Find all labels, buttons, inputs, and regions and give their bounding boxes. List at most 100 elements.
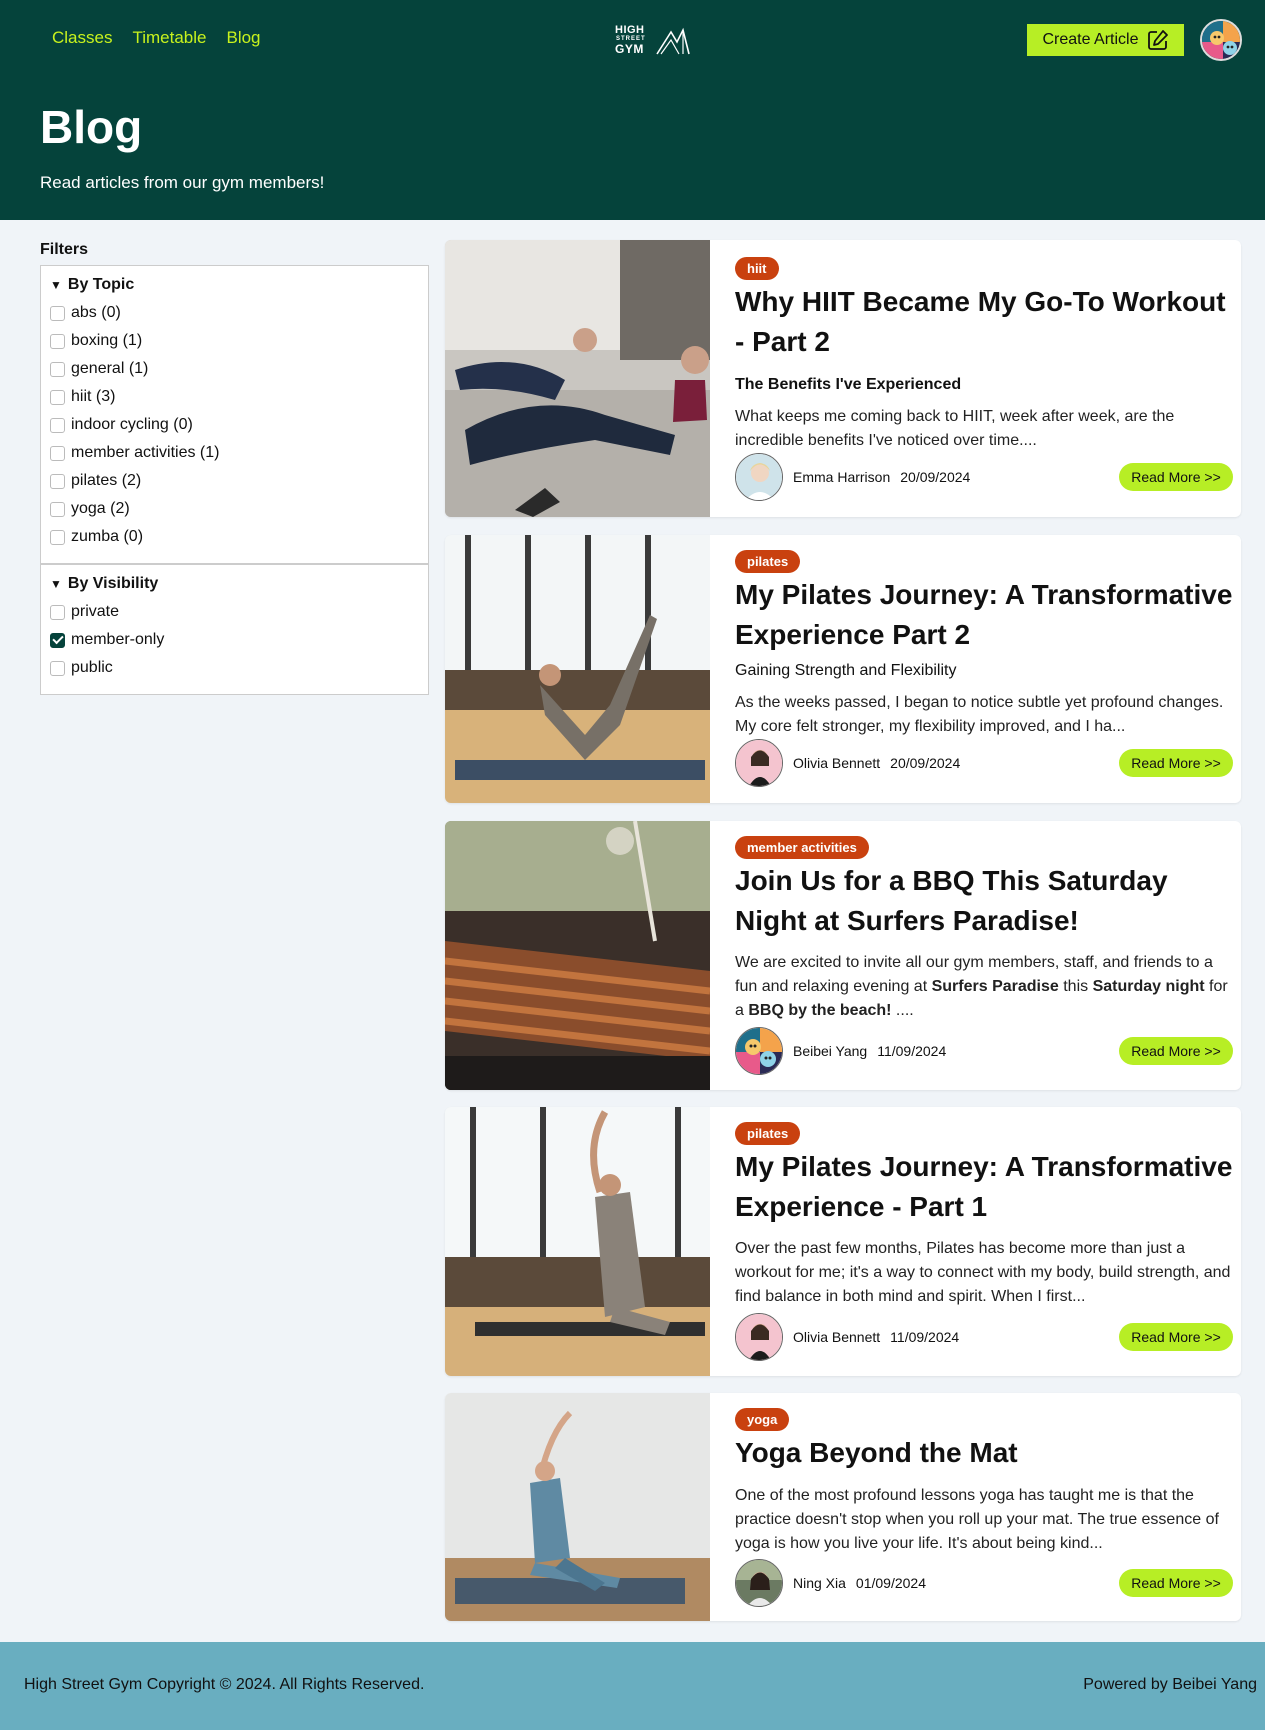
excerpt-bold: BBQ by the beach! [748,1002,892,1019]
main-nav: Classes Timetable Blog [52,28,261,48]
article-excerpt: One of the most profound lessons yoga ha… [735,1487,1219,1552]
topic-option-pilates[interactable]: pilates (2) [50,472,141,490]
read-more-button[interactable]: Read More >> [1119,749,1233,777]
author-name: Beibei Yang [793,1043,868,1059]
topic-option-hiit[interactable]: hiit (3) [50,388,115,406]
topic-option-zumba[interactable]: zumba (0) [50,528,143,546]
site-logo[interactable]: HIGH STREET GYM [615,24,693,56]
excerpt-bold: Surfers Paradise [931,978,1059,995]
author-avatar[interactable] [735,739,783,787]
site-header: Classes Timetable Blog HIGH STREET GYM C… [0,0,1265,220]
author-avatar[interactable] [735,453,783,501]
article-date: 20/09/2024 [890,755,961,771]
read-more-button[interactable]: Read More >> [1119,463,1233,491]
nav-timetable[interactable]: Timetable [132,28,206,48]
article-author: Olivia Bennett 11/09/2024 [735,1313,959,1361]
nav-blog[interactable]: Blog [226,28,260,48]
topic-option-label: general (1) [71,360,149,377]
nav-classes[interactable]: Classes [52,28,112,48]
article-card: pilates My Pilates Journey: A Transforma… [445,535,1241,803]
article-date: 11/09/2024 [890,1329,960,1345]
article-image-pilates [445,535,710,803]
topic-option-label: abs (0) [71,304,121,321]
article-date: 20/09/2024 [900,469,971,485]
article-card: pilates My Pilates Journey: A Transforma… [445,1107,1241,1376]
topic-filter-toggle[interactable]: ▼ By Topic [50,276,134,294]
article-title[interactable]: My Pilates Journey: A Transformative Exp… [735,1147,1233,1227]
topic-option-member-activities[interactable]: member activities (1) [50,444,219,462]
topic-tag[interactable]: pilates [735,1122,801,1145]
excerpt-text: .... [891,1002,914,1019]
article-title[interactable]: Join Us for a BBQ This Saturday Night at… [735,861,1233,941]
footer-powered-by: Powered by Beibei Yang [1083,1676,1257,1693]
triangle-down-icon: ▼ [50,278,62,292]
visibility-option-label: member-only [71,631,165,648]
article-title[interactable]: Why HIIT Became My Go-To Workout - Part … [735,282,1233,362]
article-card: member activities Join Us for a BBQ This… [445,821,1241,1090]
topic-option-label: indoor cycling (0) [71,416,193,433]
topic-option-boxing[interactable]: boxing (1) [50,332,142,350]
article-subtitle: The Benefits I've Experienced [735,376,962,393]
checkbox[interactable] [50,660,65,676]
checkbox[interactable] [50,529,65,545]
visibility-option-member-only[interactable]: member-only [50,631,164,649]
visibility-filter-panel: ▼ By Visibility private member-only publ… [40,564,429,695]
author-avatar[interactable] [735,1559,783,1607]
checkbox[interactable] [50,473,65,489]
topic-option-label: boxing (1) [71,332,143,349]
topic-option-label: member activities (1) [71,444,220,461]
visibility-filter-toggle[interactable]: ▼ By Visibility [50,575,158,593]
topic-option-label: yoga (2) [71,500,130,517]
author-name: Emma Harrison [793,469,891,485]
triangle-down-icon: ▼ [50,577,62,591]
author-name: Olivia Bennett [793,755,881,771]
visibility-filter-title: By Visibility [67,575,159,592]
checkbox[interactable] [50,604,65,620]
read-more-button[interactable]: Read More >> [1119,1323,1233,1351]
checkbox[interactable] [50,305,65,321]
topic-filter-panel: ▼ By Topic abs (0) boxing (1) general (1… [40,265,429,564]
topic-option-yoga[interactable]: yoga (2) [50,500,130,518]
topic-option-label: hiit (3) [71,388,116,405]
article-author: Olivia Bennett 20/09/2024 [735,739,960,787]
user-avatar[interactable] [1200,19,1242,61]
site-footer: High Street Gym Copyright © 2024. All Ri… [0,1642,1265,1730]
create-article-button[interactable]: Create Article [1027,24,1184,56]
checkbox-checked[interactable] [50,632,65,648]
footer-copyright: High Street Gym Copyright © 2024. All Ri… [24,1676,425,1693]
checkbox[interactable] [50,445,65,461]
article-date: 11/09/2024 [877,1043,947,1059]
bridge-logo-icon [656,27,690,55]
topic-tag[interactable]: yoga [735,1408,790,1431]
author-avatar[interactable] [735,1313,783,1361]
page-subtitle: Read articles from our gym members! [40,173,325,192]
article-author: Ning Xia 01/09/2024 [735,1559,926,1607]
logo-line1: HIGH [615,24,645,36]
visibility-option-private[interactable]: private [50,603,119,621]
checkbox[interactable] [50,417,65,433]
article-title[interactable]: Yoga Beyond the Mat [735,1433,1233,1473]
visibility-option-public[interactable]: public [50,659,113,677]
topic-option-indoor-cycling[interactable]: indoor cycling (0) [50,416,193,434]
topic-tag[interactable]: pilates [735,550,801,573]
article-subtitle: Gaining Strength and Flexibility [735,662,957,679]
topic-tag[interactable]: member activities [735,836,869,859]
author-avatar[interactable] [735,1027,783,1075]
person-avatar-icon [736,740,782,786]
article-title[interactable]: My Pilates Journey: A Transformative Exp… [735,575,1233,655]
article-excerpt: We are excited to invite all our gym mem… [735,951,1233,1023]
article-date: 01/09/2024 [855,1575,926,1591]
checkbox[interactable] [50,361,65,377]
article-image-yoga [445,1393,710,1621]
read-more-button[interactable]: Read More >> [1119,1569,1233,1597]
topic-option-abs[interactable]: abs (0) [50,304,121,322]
person-avatar-icon [736,454,782,500]
checkbox[interactable] [50,501,65,517]
article-author: Emma Harrison 20/09/2024 [735,453,970,501]
topic-option-general[interactable]: general (1) [50,360,148,378]
checkbox[interactable] [50,333,65,349]
checkbox[interactable] [50,389,65,405]
topic-tag[interactable]: hiit [735,257,779,280]
read-more-button[interactable]: Read More >> [1119,1037,1233,1065]
page-title: Blog [40,101,143,153]
